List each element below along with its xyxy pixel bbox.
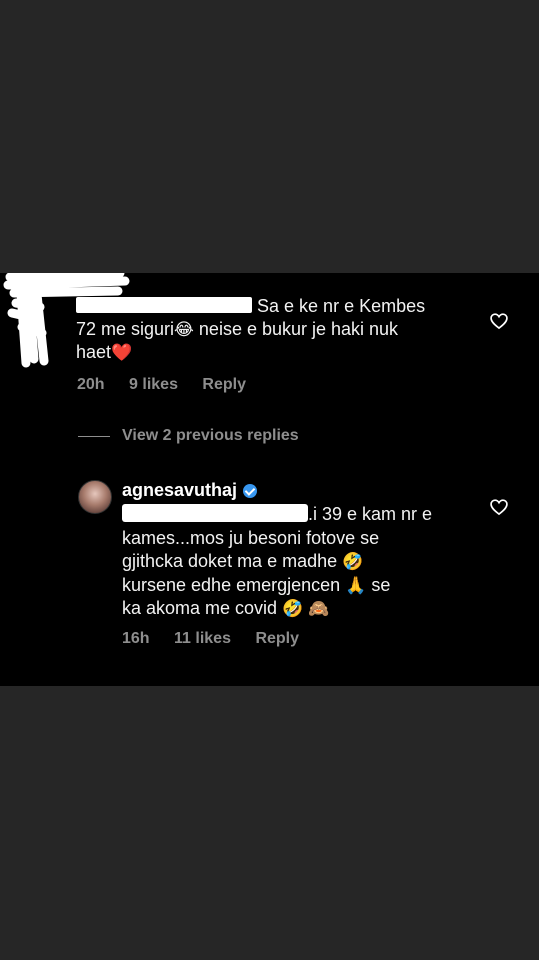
red-heart-emoji: ❤️ <box>111 343 133 362</box>
reply-text-line: se <box>366 574 391 595</box>
reply-button[interactable]: Reply <box>255 630 299 647</box>
reply-text-line: kursene edhe emergjencen <box>122 574 346 595</box>
comment: Sa e ke nr e Kembes 72 me siguri😂 neise … <box>76 295 466 364</box>
comments-panel: Sa e ke nr e Kembes 72 me siguri😂 neise … <box>0 273 539 686</box>
heart-icon[interactable] <box>489 497 509 517</box>
avatar[interactable] <box>78 480 112 514</box>
comment-text-line: neise e bukur je haki nuk <box>193 319 399 339</box>
reply-text-line: ka akoma me covid <box>122 598 283 618</box>
username-text: agnesavuthaj <box>122 480 238 500</box>
reply-text-line: gjithcka doket ma e madhe <box>122 551 343 571</box>
reply-button[interactable]: Reply <box>202 376 246 393</box>
rofl-emoji: 🤣 <box>282 599 304 618</box>
view-previous-replies[interactable]: View 2 previous replies <box>78 427 299 445</box>
view-previous-label: View 2 previous replies <box>122 427 299 444</box>
laughing-emoji: 😂 <box>174 320 194 339</box>
reply-username[interactable]: agnesavuthaj <box>122 480 462 501</box>
comment-meta: 20h 9 likes Reply <box>77 376 266 394</box>
reply-text-line: kames...mos ju besoni fotove se <box>122 527 380 548</box>
reply-time: 16h <box>122 630 150 647</box>
pray-emoji: 🙏 <box>345 575 367 595</box>
see-no-evil-monkey-emoji: 🙈 <box>308 599 330 618</box>
reply-likes[interactable]: 11 likes <box>174 630 231 647</box>
reply-comment: agnesavuthaj .i 39 e kam nr e kames...mo… <box>122 480 462 621</box>
comment-text: Sa e ke nr e Kembes 72 me siguri😂 neise … <box>76 295 466 364</box>
comment-likes[interactable]: 9 likes <box>129 376 178 393</box>
comment-text-line: 72 me siguri <box>76 319 175 339</box>
comment-text-line: Sa e ke nr e Kembes <box>257 296 426 316</box>
mention-redaction <box>122 504 308 522</box>
username-redaction <box>76 297 252 313</box>
divider <box>78 435 110 437</box>
reply-meta: 16h 11 likes Reply <box>122 630 319 648</box>
verified-badge-icon <box>243 483 258 498</box>
reply-text-line: .i 39 e kam nr e <box>308 504 433 524</box>
reply-text: .i 39 e kam nr e kames...mos ju besoni f… <box>122 503 462 621</box>
comment-text-line: haet <box>76 342 112 362</box>
comment-time: 20h <box>77 376 105 393</box>
heart-icon[interactable] <box>489 311 509 331</box>
rofl-emoji: 🤣 <box>342 552 364 571</box>
